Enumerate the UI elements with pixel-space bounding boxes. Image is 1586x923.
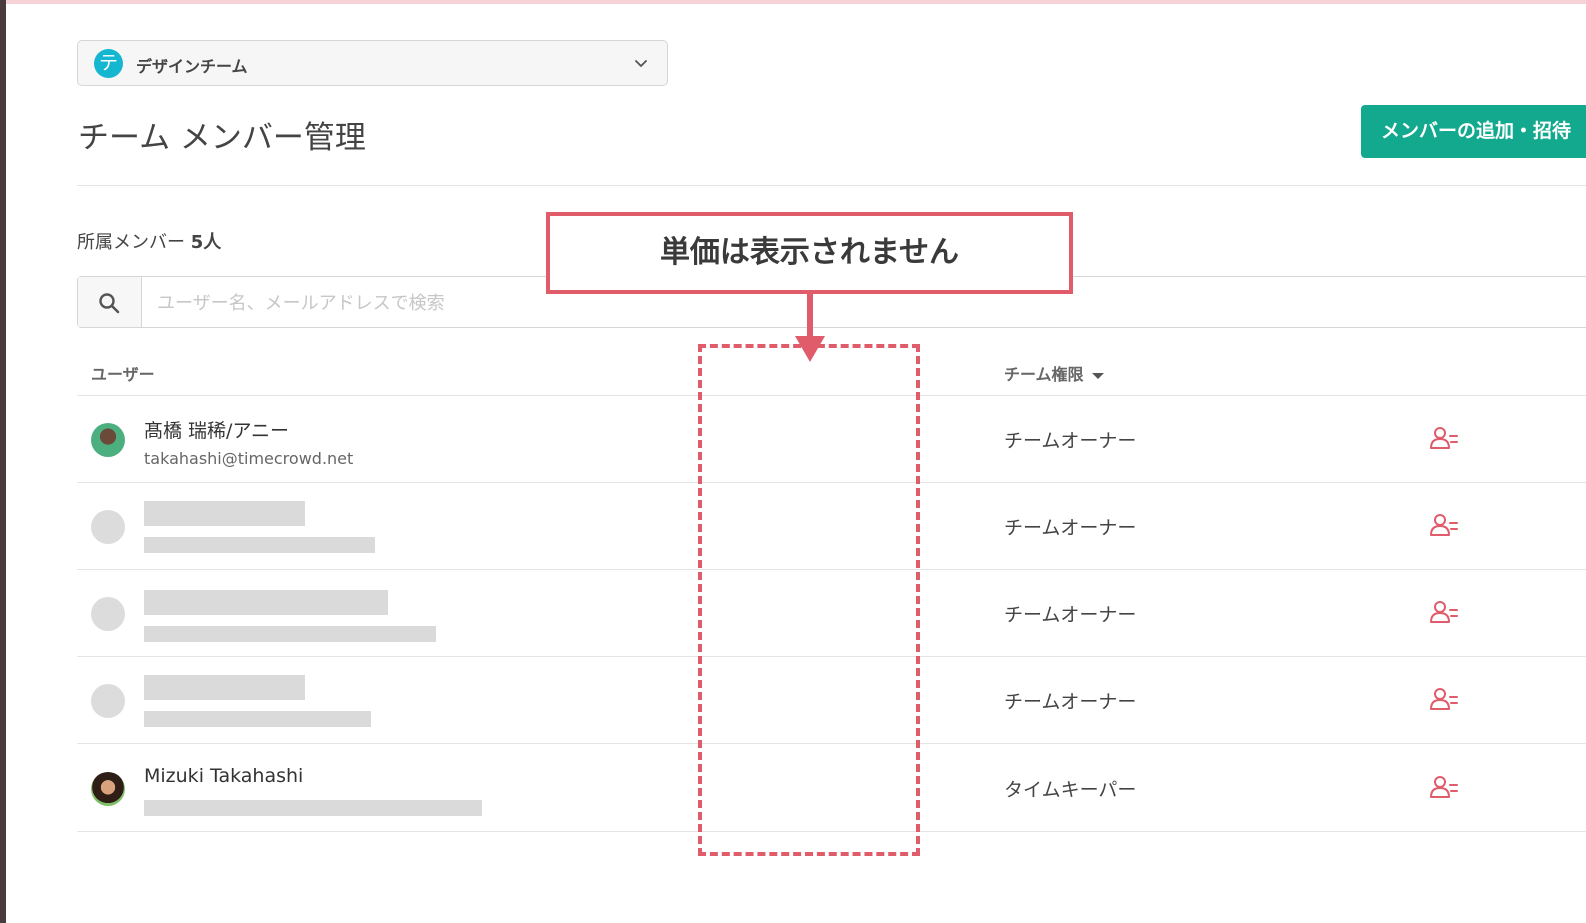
search-icon-cell bbox=[78, 277, 142, 327]
team-name: デザインチーム bbox=[136, 57, 248, 76]
team-selector[interactable]: テ デザインチーム bbox=[77, 40, 668, 86]
redacted-email bbox=[144, 626, 436, 642]
sort-caret-icon bbox=[1091, 372, 1104, 379]
avatar bbox=[91, 597, 125, 631]
window-left-edge bbox=[0, 0, 6, 923]
column-header-user[interactable]: ユーザー bbox=[91, 361, 155, 385]
avatar bbox=[91, 684, 125, 718]
page-title: チーム メンバー管理 bbox=[78, 120, 366, 156]
member-count-label: 所属メンバー bbox=[77, 232, 185, 253]
avatar bbox=[91, 772, 125, 806]
header-divider bbox=[77, 185, 1586, 186]
team-role[interactable]: チームオーナー bbox=[1004, 513, 1136, 540]
avatar bbox=[91, 423, 125, 457]
team-role[interactable]: チームオーナー bbox=[1004, 600, 1136, 627]
annotation-callout: 単価は表示されません bbox=[546, 212, 1073, 294]
avatar bbox=[91, 510, 125, 544]
redacted-email bbox=[144, 537, 375, 553]
team-role[interactable]: チームオーナー bbox=[1004, 426, 1136, 453]
remove-user-icon[interactable] bbox=[1429, 775, 1459, 801]
remove-user-icon[interactable] bbox=[1429, 600, 1459, 626]
user-name: 髙橋 瑞稀/アニー bbox=[144, 420, 290, 442]
redacted-name bbox=[144, 590, 388, 615]
team-role[interactable]: タイムキーパー bbox=[1004, 775, 1136, 802]
remove-user-icon[interactable] bbox=[1429, 426, 1459, 452]
member-count: 所属メンバー 5人 bbox=[77, 228, 221, 254]
annotation-dashed-region bbox=[698, 344, 920, 856]
search-icon bbox=[99, 293, 120, 314]
column-header-role[interactable]: チーム権限 bbox=[1004, 361, 1104, 385]
redacted-email bbox=[144, 711, 371, 727]
team-role[interactable]: チームオーナー bbox=[1004, 687, 1136, 714]
add-member-button[interactable]: メンバーの追加・招待 bbox=[1361, 105, 1586, 158]
redacted-name bbox=[144, 501, 305, 526]
user-name: Mizuki Takahashi bbox=[144, 765, 304, 787]
column-header-role-label: チーム権限 bbox=[1004, 365, 1084, 384]
member-count-value: 5人 bbox=[190, 232, 222, 253]
remove-user-icon[interactable] bbox=[1429, 687, 1459, 713]
callout-arrow-icon bbox=[795, 292, 825, 362]
chevron-down-icon bbox=[635, 60, 647, 67]
team-avatar: テ bbox=[94, 49, 123, 78]
user-email: takahashi@timecrowd.net bbox=[144, 449, 354, 468]
remove-user-icon[interactable] bbox=[1429, 513, 1459, 539]
redacted-name bbox=[144, 675, 305, 700]
window-top-edge bbox=[0, 0, 1586, 4]
redacted-email bbox=[144, 800, 482, 816]
